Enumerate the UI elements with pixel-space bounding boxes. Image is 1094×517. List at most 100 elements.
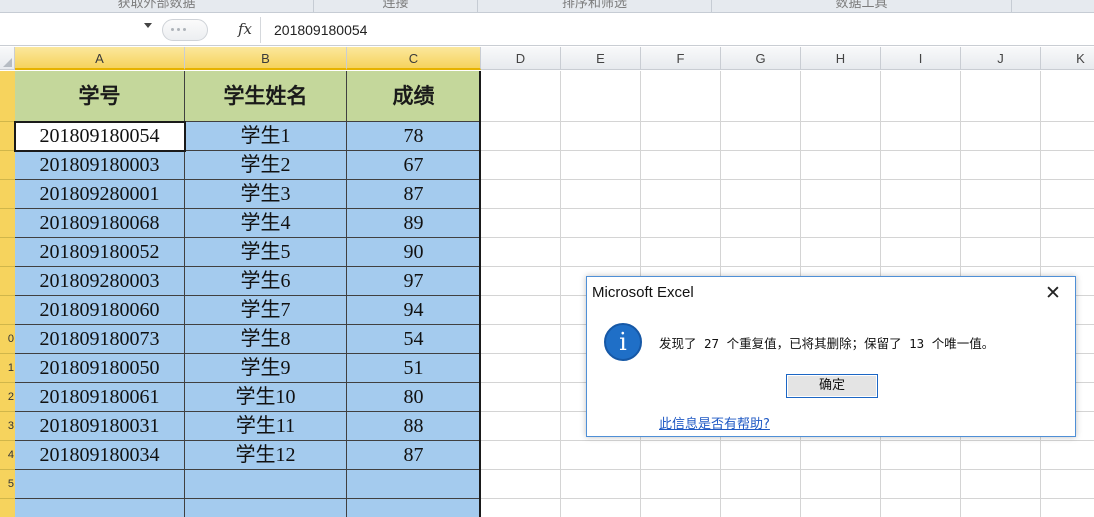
data-cell[interactable] <box>15 470 185 499</box>
select-all-corner[interactable] <box>0 47 15 70</box>
help-link[interactable]: 此信息是否有帮助? <box>659 413 770 432</box>
empty-cell[interactable] <box>801 209 881 238</box>
data-cell[interactable] <box>185 470 347 499</box>
empty-cell[interactable] <box>881 499 961 517</box>
row-header[interactable] <box>0 267 15 296</box>
row-header[interactable]: 1 <box>0 354 15 383</box>
data-cell[interactable]: 89 <box>347 209 481 238</box>
empty-cell[interactable] <box>641 151 721 180</box>
empty-cell[interactable] <box>561 71 641 122</box>
empty-cell[interactable] <box>481 383 561 412</box>
empty-cell[interactable] <box>881 122 961 151</box>
data-cell[interactable]: 学生11 <box>185 412 347 441</box>
empty-cell[interactable] <box>961 122 1041 151</box>
empty-cell[interactable] <box>721 180 801 209</box>
empty-cell[interactable] <box>961 71 1041 122</box>
data-cell[interactable]: 201809180031 <box>15 412 185 441</box>
name-box[interactable] <box>0 19 160 41</box>
empty-cell[interactable] <box>1041 151 1094 180</box>
empty-cell[interactable] <box>481 151 561 180</box>
empty-cell[interactable] <box>1041 499 1094 517</box>
data-cell[interactable]: 80 <box>347 383 481 412</box>
data-cell[interactable]: 学生10 <box>185 383 347 412</box>
column-header-d[interactable]: D <box>481 47 561 70</box>
empty-cell[interactable] <box>1041 180 1094 209</box>
data-cell[interactable]: 94 <box>347 296 481 325</box>
empty-cell[interactable] <box>481 180 561 209</box>
empty-cell[interactable] <box>641 209 721 238</box>
data-cell[interactable]: 学生6 <box>185 267 347 296</box>
empty-cell[interactable] <box>961 209 1041 238</box>
empty-cell[interactable] <box>561 209 641 238</box>
empty-cell[interactable] <box>801 238 881 267</box>
empty-cell[interactable] <box>561 441 641 470</box>
empty-cell[interactable] <box>721 470 801 499</box>
data-cell[interactable]: 学生1 <box>185 122 347 151</box>
data-cell[interactable]: 201809280003 <box>15 267 185 296</box>
row-header[interactable] <box>0 122 15 151</box>
data-cell[interactable] <box>185 499 347 517</box>
data-cell[interactable]: 201809180073 <box>15 325 185 354</box>
column-header-k[interactable]: K <box>1041 47 1094 70</box>
empty-cell[interactable] <box>561 499 641 517</box>
row-header[interactable] <box>0 180 15 209</box>
empty-cell[interactable] <box>561 470 641 499</box>
column-header-a[interactable]: A <box>15 47 185 70</box>
name-box-dropdown-icon[interactable] <box>144 23 152 28</box>
empty-cell[interactable] <box>481 71 561 122</box>
data-cell[interactable] <box>347 499 481 517</box>
data-cell[interactable]: 学生4 <box>185 209 347 238</box>
empty-cell[interactable] <box>481 267 561 296</box>
header-cell[interactable]: 成绩 <box>347 71 481 122</box>
empty-cell[interactable] <box>721 209 801 238</box>
empty-cell[interactable] <box>881 180 961 209</box>
formula-input[interactable]: 201809180054 <box>274 22 367 38</box>
empty-cell[interactable] <box>801 470 881 499</box>
empty-cell[interactable] <box>721 71 801 122</box>
row-header[interactable] <box>0 499 15 517</box>
empty-cell[interactable] <box>721 238 801 267</box>
active-cell[interactable]: 201809180054 <box>15 122 185 151</box>
empty-cell[interactable] <box>1041 238 1094 267</box>
empty-cell[interactable] <box>881 470 961 499</box>
row-header[interactable] <box>0 209 15 238</box>
data-cell[interactable]: 201809180068 <box>15 209 185 238</box>
row-header[interactable]: 5 <box>0 470 15 499</box>
empty-cell[interactable] <box>481 354 561 383</box>
empty-cell[interactable] <box>561 180 641 209</box>
column-header-f[interactable]: F <box>641 47 721 70</box>
header-cell[interactable]: 学号 <box>15 71 185 122</box>
empty-cell[interactable] <box>481 499 561 517</box>
empty-cell[interactable] <box>881 238 961 267</box>
data-cell[interactable]: 学生3 <box>185 180 347 209</box>
empty-cell[interactable] <box>481 296 561 325</box>
row-header[interactable] <box>0 71 15 122</box>
data-cell[interactable]: 97 <box>347 267 481 296</box>
row-header[interactable]: 4 <box>0 441 15 470</box>
empty-cell[interactable] <box>961 499 1041 517</box>
empty-cell[interactable] <box>641 441 721 470</box>
row-header[interactable]: 3 <box>0 412 15 441</box>
column-header-j[interactable]: J <box>961 47 1041 70</box>
data-cell[interactable]: 学生2 <box>185 151 347 180</box>
row-header[interactable] <box>0 238 15 267</box>
empty-cell[interactable] <box>961 441 1041 470</box>
insert-function-icon[interactable]: fx <box>238 20 252 38</box>
empty-cell[interactable] <box>1041 71 1094 122</box>
empty-cell[interactable] <box>881 151 961 180</box>
ok-button[interactable]: 确定 <box>786 374 878 398</box>
data-cell[interactable]: 学生7 <box>185 296 347 325</box>
data-cell[interactable]: 201809180003 <box>15 151 185 180</box>
empty-cell[interactable] <box>641 470 721 499</box>
close-icon[interactable]: ✕ <box>1039 281 1067 305</box>
header-cell[interactable]: 学生姓名 <box>185 71 347 122</box>
column-header-i[interactable]: I <box>881 47 961 70</box>
empty-cell[interactable] <box>481 238 561 267</box>
empty-cell[interactable] <box>1041 122 1094 151</box>
row-header[interactable]: 2 <box>0 383 15 412</box>
empty-cell[interactable] <box>801 151 881 180</box>
column-header-h[interactable]: H <box>801 47 881 70</box>
empty-cell[interactable] <box>801 441 881 470</box>
empty-cell[interactable] <box>721 441 801 470</box>
empty-cell[interactable] <box>481 470 561 499</box>
